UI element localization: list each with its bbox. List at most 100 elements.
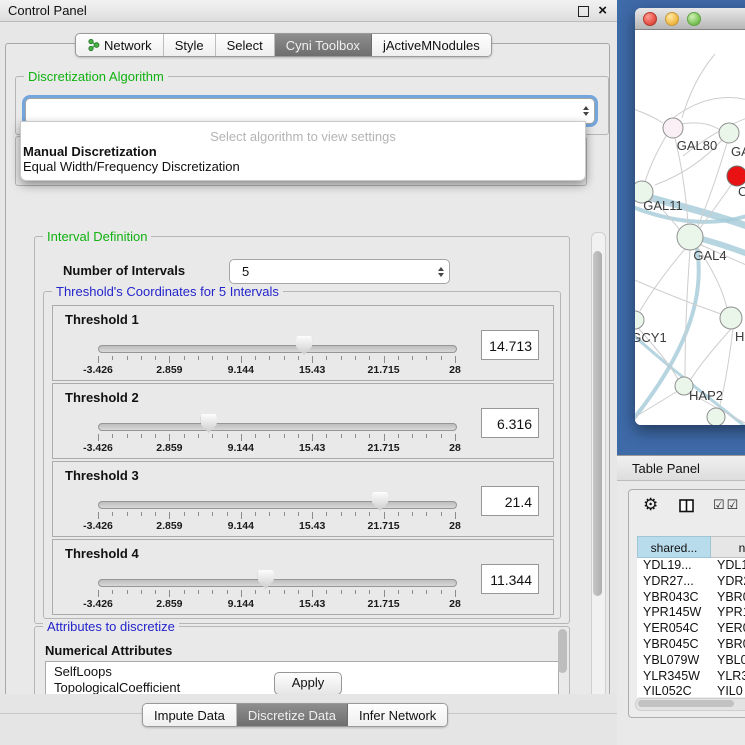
gear-icon[interactable]: ⚙: [643, 495, 658, 515]
tab-cyni-toolbox[interactable]: Cyni Toolbox: [275, 34, 372, 56]
window-minimize-button[interactable]: [665, 12, 679, 26]
slider-tick: [184, 590, 185, 594]
cell-name[interactable]: YBR0: [711, 590, 745, 606]
window-zoom-button[interactable]: [687, 12, 701, 26]
attributes-list-scrollbar[interactable]: [558, 629, 567, 673]
table-row[interactable]: YBR045CYBR0: [637, 637, 745, 653]
cell-name[interactable]: YLR3: [711, 669, 745, 685]
settings-scrollbar-thumb[interactable]: [593, 251, 602, 596]
cell-name[interactable]: YBR0: [711, 637, 745, 653]
cell-name[interactable]: YPR1: [711, 605, 745, 621]
threshold-panel-3: Threshold 3-3.4262.8599.14415.4321.71528…: [52, 461, 554, 537]
slider-tick: [412, 590, 413, 594]
float-panel-icon[interactable]: [578, 6, 589, 17]
tab-impute-data[interactable]: Impute Data: [143, 704, 237, 726]
slider-tick-label: 15.43: [299, 598, 325, 610]
slider-track[interactable]: [98, 579, 457, 587]
network-edge: [635, 278, 721, 314]
slider-tick: [312, 434, 313, 441]
combo-stepper-icon: [578, 106, 594, 116]
checkboxes-icon[interactable]: ☑☑: [713, 497, 740, 513]
slider-tick: [155, 590, 156, 594]
table-row[interactable]: YBL079WYBL0: [637, 653, 745, 669]
slider-track[interactable]: [98, 423, 457, 431]
threshold-label: Threshold 2: [65, 390, 139, 405]
network-node-label: HAP2: [689, 388, 723, 403]
slider-tick: [269, 590, 270, 594]
dropdown-option-manual[interactable]: Manual Discretization: [23, 144, 157, 159]
slider-tick: [141, 434, 142, 438]
number-of-intervals-combobox[interactable]: 5: [229, 259, 450, 284]
cell-shared-name[interactable]: YBR045C: [637, 637, 711, 653]
network-canvas[interactable]: GAL80GACGAL11GAL4GCY1HHAP2: [635, 30, 745, 425]
slider-tick: [255, 590, 256, 594]
slider-tick-label: 9.144: [228, 598, 254, 610]
window-close-button[interactable]: [643, 12, 657, 26]
tab-jactivemnodules[interactable]: jActiveMNodules: [372, 34, 491, 56]
network-node[interactable]: [719, 123, 739, 143]
network-node[interactable]: [677, 224, 703, 250]
threshold-value-field[interactable]: 21.4: [481, 486, 539, 516]
network-edge: [635, 108, 663, 123]
threshold-value-field[interactable]: 14.713: [481, 330, 539, 360]
cell-name[interactable]: YDL1: [711, 558, 745, 574]
dropdown-option-equal-width[interactable]: Equal Width/Frequency Discretization: [23, 159, 240, 174]
table-row[interactable]: YIL052CYIL0: [637, 684, 745, 697]
cell-shared-name[interactable]: YPR145W: [637, 605, 711, 621]
network-graph: GAL80GACGAL11GAL4GCY1HHAP2: [635, 30, 745, 425]
table-hscrollbar-thumb[interactable]: [638, 700, 734, 707]
slider-tick: [241, 356, 242, 363]
tab-select[interactable]: Select: [216, 34, 275, 56]
cyni-toolbox-panel: Discretization Algorithm Table Data galF…: [5, 43, 610, 696]
threshold-value-field[interactable]: 6.316: [481, 408, 539, 438]
slider-tick: [384, 356, 385, 363]
slider-tick: [255, 434, 256, 438]
slider-tick: [426, 590, 427, 594]
cell-shared-name[interactable]: YBR043C: [637, 590, 711, 606]
split-columns-icon[interactable]: [679, 499, 695, 513]
network-node[interactable]: [635, 311, 644, 329]
slider-track[interactable]: [98, 501, 457, 509]
threshold-value-field[interactable]: 11.344: [481, 564, 539, 594]
cell-name[interactable]: YIL0: [711, 684, 743, 697]
cell-name[interactable]: YER0: [711, 621, 745, 637]
cell-shared-name[interactable]: YLR345W: [637, 669, 711, 685]
table-row[interactable]: YDR27...YDR2: [637, 574, 745, 590]
close-panel-icon[interactable]: ×: [598, 6, 607, 16]
cell-shared-name[interactable]: YDL19...: [637, 558, 711, 574]
network-node[interactable]: [727, 166, 745, 186]
network-node[interactable]: [663, 118, 683, 138]
cell-name[interactable]: YDR2: [711, 574, 745, 590]
slider-tick: [441, 356, 442, 360]
cell-shared-name[interactable]: YDR27...: [637, 574, 711, 590]
tab-network[interactable]: Network: [76, 34, 164, 56]
table-row[interactable]: YPR145WYPR1: [637, 605, 745, 621]
network-node[interactable]: [707, 408, 725, 425]
tab-style[interactable]: Style: [164, 34, 216, 56]
tab-discretize-data[interactable]: Discretize Data: [237, 704, 348, 726]
column-header-name[interactable]: na: [711, 536, 745, 558]
network-node-label: GAL11: [643, 198, 683, 213]
table-horizontal-scrollbar[interactable]: [635, 698, 745, 711]
slider-tick: [384, 512, 385, 519]
slider-track[interactable]: [98, 345, 457, 353]
tab-infer-network[interactable]: Infer Network: [348, 704, 447, 726]
column-header-shared-name[interactable]: shared...: [637, 536, 711, 558]
table-row[interactable]: YLR345WYLR3: [637, 669, 745, 685]
settings-scrollbar[interactable]: [591, 232, 606, 708]
network-node[interactable]: [720, 307, 742, 329]
cell-name[interactable]: YBL0: [711, 653, 745, 669]
slider-tick: [355, 434, 356, 438]
cell-shared-name[interactable]: YER054C: [637, 621, 711, 637]
cell-shared-name[interactable]: YIL052C: [637, 684, 711, 697]
table-row[interactable]: YBR043CYBR0: [637, 590, 745, 606]
slider-tick: [441, 434, 442, 438]
slider-tick: [398, 434, 399, 438]
table-row[interactable]: YER054CYER0: [637, 621, 745, 637]
apply-button[interactable]: Apply: [274, 672, 342, 695]
table-row[interactable]: YDL19...YDL1: [637, 558, 745, 574]
slider-tick: [412, 512, 413, 516]
cell-shared-name[interactable]: YBL079W: [637, 653, 711, 669]
number-of-intervals-label: Number of Intervals: [63, 263, 185, 278]
slider-tick-label: 15.43: [299, 442, 325, 454]
